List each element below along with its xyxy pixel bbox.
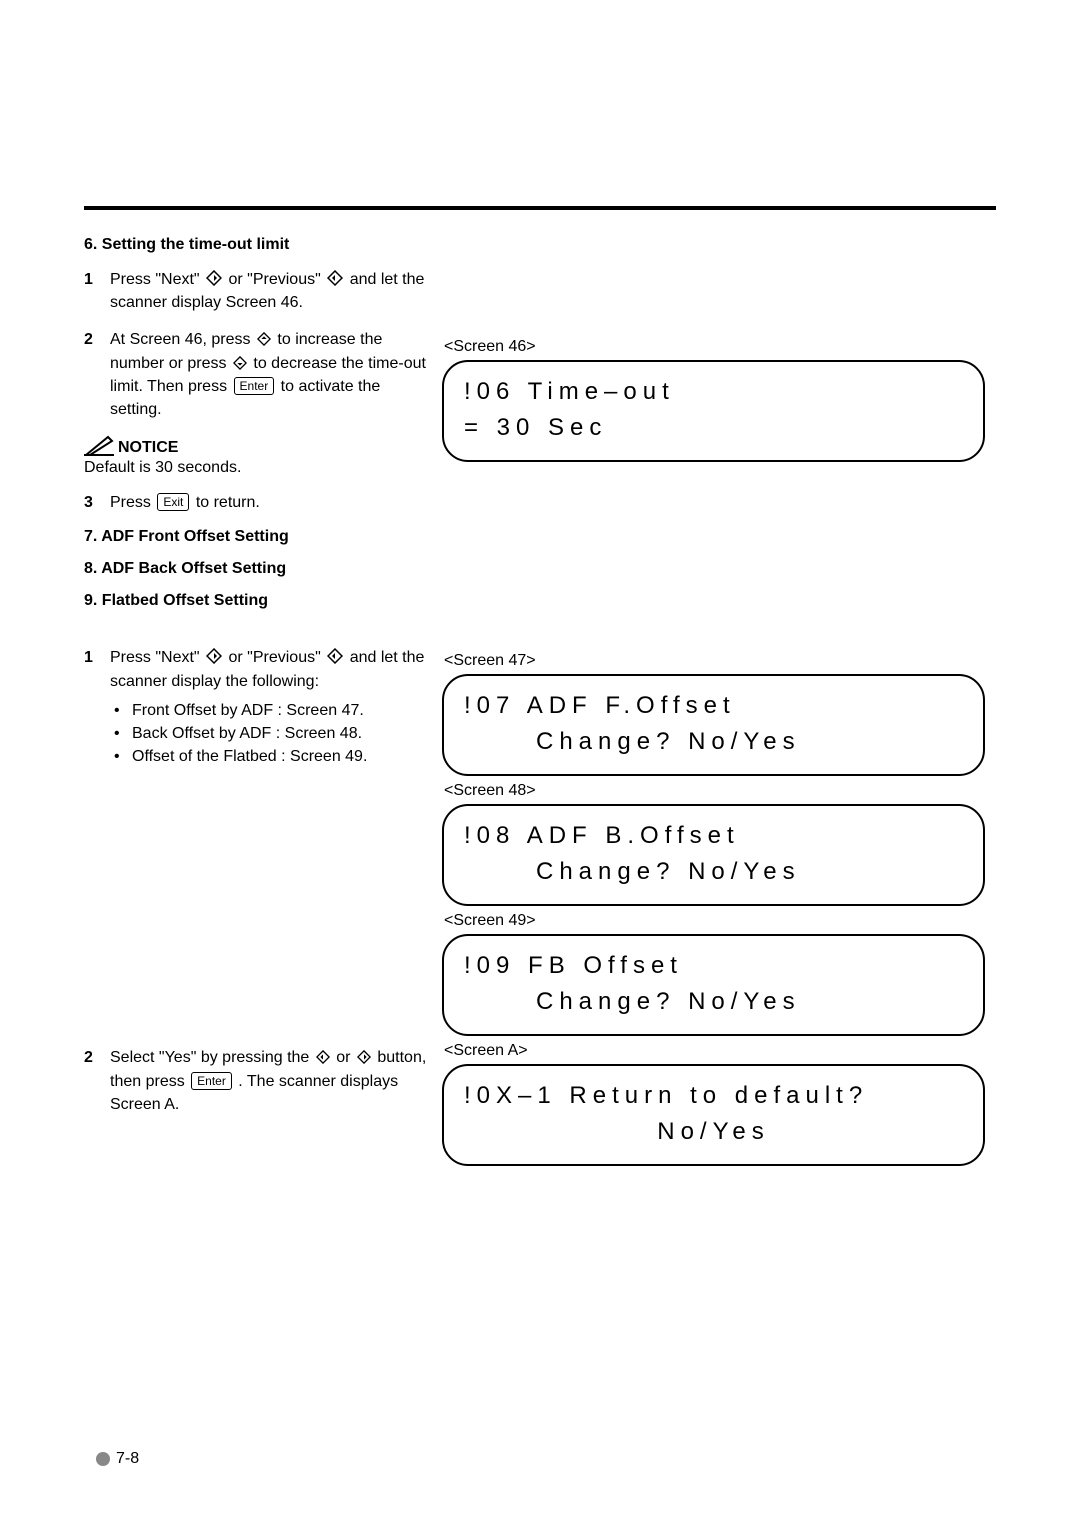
screen-a: !0X–1 Return to default? No/Yes: [442, 1064, 985, 1166]
notice-text: Default is 30 seconds.: [84, 459, 430, 477]
section-6-left: 1 Press "Next" or "Previous" and let the…: [84, 268, 442, 624]
next-right-icon: [206, 648, 222, 664]
bullet-icon: [96, 1452, 110, 1466]
step-number: 2: [84, 328, 110, 421]
enter-key-icon: Enter: [191, 1072, 232, 1090]
lcd-line-2: Change? No/Yes: [464, 724, 963, 760]
offset-right-2: <Screen A> !0X–1 Return to default? No/Y…: [442, 1036, 985, 1166]
list-item: Offset of the Flatbed : Screen 49.: [132, 745, 430, 768]
heading-section-8: 8. ADF Back Offset Setting: [84, 560, 430, 578]
heading-section-9: 9. Flatbed Offset Setting: [84, 592, 430, 610]
page-number-text: 7-8: [116, 1450, 139, 1468]
screen-48-label: <Screen 48>: [444, 782, 985, 800]
text: At Screen 46, press: [110, 331, 255, 348]
text: or "Previous": [229, 271, 326, 288]
step-number: 1: [84, 646, 110, 768]
notice-pencil-icon: [84, 435, 114, 457]
up-icon: [257, 332, 271, 346]
offset-bullet-list: Front Offset by ADF : Screen 47. Back Of…: [110, 699, 430, 769]
lcd-line-1: !07 ADF F.Offset: [464, 692, 736, 719]
lcd-line-1: !0X–1 Return to default?: [464, 1082, 868, 1109]
text: Press "Next": [110, 649, 204, 666]
list-item: Back Offset by ADF : Screen 48.: [132, 722, 430, 745]
step-number: 1: [84, 268, 110, 314]
notice-header: NOTICE: [84, 435, 430, 457]
screen-46-label: <Screen 46>: [444, 338, 985, 356]
step-number: 2: [84, 1046, 110, 1116]
offset-row-1: 1 Press "Next" or "Previous" and let the…: [84, 646, 985, 1036]
previous-left-icon: [327, 648, 343, 664]
header-rule: [84, 206, 996, 210]
heading-section-7: 7. ADF Front Offset Setting: [84, 528, 430, 546]
next-right-icon: [206, 270, 222, 286]
screen-46: !06 Time–out = 30 Sec: [442, 360, 985, 462]
step-body: Press "Next" or "Previous" and let the s…: [110, 268, 430, 314]
text: or "Previous": [229, 649, 326, 666]
page-number: 7-8: [96, 1450, 139, 1468]
step-body: At Screen 46, press to increase the numb…: [110, 328, 430, 421]
offset-right-1: <Screen 47> !07 ADF F.Offset Change? No/…: [442, 646, 985, 1036]
step-body: Select "Yes" by pressing the or button, …: [110, 1046, 430, 1116]
step-6-2: 2 At Screen 46, press to increase the nu…: [84, 328, 430, 421]
screen-47: !07 ADF F.Offset Change? No/Yes: [442, 674, 985, 776]
text: or: [336, 1049, 355, 1066]
screen-a-label: <Screen A>: [444, 1042, 985, 1060]
content: 6. Setting the time-out limit 1 Press "N…: [84, 236, 985, 1166]
section-6-row: 1 Press "Next" or "Previous" and let the…: [84, 268, 985, 624]
lcd-line-2: = 30 Sec: [464, 414, 607, 441]
screen-48: !08 ADF B.Offset Change? No/Yes: [442, 804, 985, 906]
text: Press: [110, 494, 155, 511]
section-6-right: <Screen 46> !06 Time–out = 30 Sec: [442, 268, 985, 624]
notice-label: NOTICE: [118, 439, 178, 457]
down-icon: [233, 356, 247, 370]
page: 6. Setting the time-out limit 1 Press "N…: [0, 0, 1080, 1528]
step-body: Press "Next" or "Previous" and let the s…: [110, 646, 430, 768]
headings-7-8-9: 7. ADF Front Offset Setting 8. ADF Back …: [84, 528, 430, 610]
exit-key-icon: Exit: [157, 493, 189, 511]
screen-47-label: <Screen 47>: [444, 652, 985, 670]
text: to return.: [196, 494, 260, 511]
offset-step-2: 2 Select "Yes" by pressing the or button…: [84, 1046, 430, 1116]
left-icon: [316, 1050, 330, 1064]
offset-left-2: 2 Select "Yes" by pressing the or button…: [84, 1036, 442, 1166]
heading-section-6: 6. Setting the time-out limit: [84, 236, 985, 254]
text: Press "Next": [110, 271, 204, 288]
lcd-line-1: !06 Time–out: [464, 378, 675, 405]
previous-left-icon: [327, 270, 343, 286]
text: Select "Yes" by pressing the: [110, 1049, 314, 1066]
screen-49: !09 FB Offset Change? No/Yes: [442, 934, 985, 1036]
lcd-line-2: Change? No/Yes: [464, 984, 963, 1020]
lcd-line-1: !08 ADF B.Offset: [464, 822, 740, 849]
step-6-3: 3 Press Exit to return.: [84, 491, 430, 514]
step-6-1: 1 Press "Next" or "Previous" and let the…: [84, 268, 430, 314]
step-number: 3: [84, 491, 110, 514]
offset-row-2: 2 Select "Yes" by pressing the or button…: [84, 1036, 985, 1166]
right-icon: [357, 1050, 371, 1064]
step-body: Press Exit to return.: [110, 491, 430, 514]
offset-left-1: 1 Press "Next" or "Previous" and let the…: [84, 646, 442, 1036]
lcd-line-2: Change? No/Yes: [464, 854, 963, 890]
list-item: Front Offset by ADF : Screen 47.: [132, 699, 430, 722]
screen-49-label: <Screen 49>: [444, 912, 985, 930]
enter-key-icon: Enter: [234, 377, 275, 395]
lcd-line-1: !09 FB Offset: [464, 952, 683, 979]
lcd-line-2: No/Yes: [464, 1114, 963, 1150]
offset-step-1: 1 Press "Next" or "Previous" and let the…: [84, 646, 430, 768]
